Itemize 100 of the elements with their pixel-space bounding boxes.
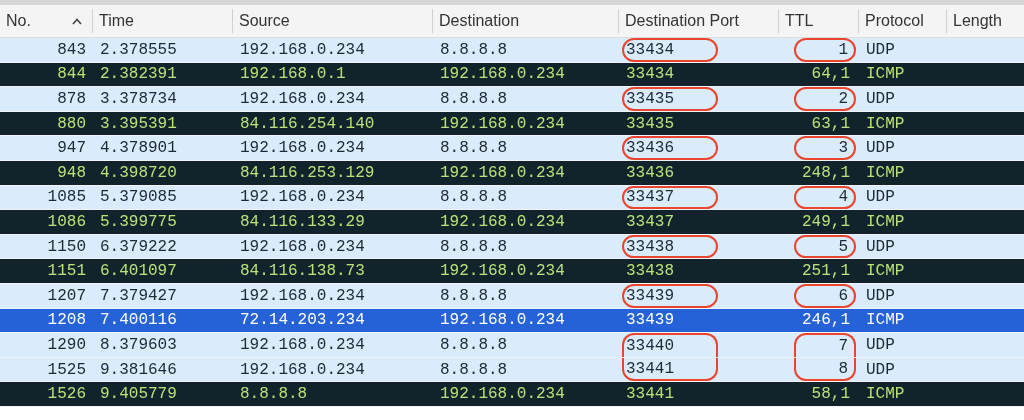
table-cell-text: 844 bbox=[57, 64, 86, 86]
table-cell-text: 33436 bbox=[626, 138, 674, 160]
column-header[interactable]: Source bbox=[232, 9, 432, 33]
table-cell-text: 4.378901 bbox=[100, 138, 177, 160]
packet-row[interactable]: 1150 6.379222 192.168.0.234 8.8.8.8 33438 5 UDP bbox=[0, 234, 1024, 260]
table-cell-text: 192.168.0.234 bbox=[240, 236, 365, 258]
table-cell-text: ICMP bbox=[866, 261, 905, 283]
sort-ascending-icon[interactable] bbox=[72, 17, 82, 25]
packet-row[interactable]: 1086 5.399775 84.116.133.29 192.168.0.234 33437 249,1 ICMP bbox=[0, 210, 1024, 235]
table-cell-text: 192.168.0.234 bbox=[440, 64, 565, 86]
table-cell-text: 1208 bbox=[47, 310, 86, 332]
table-cell-text: 192.168.0.234 bbox=[440, 211, 565, 233]
table-cell-text: 33437 bbox=[626, 211, 674, 233]
table-cell-text: 8.8.8.8 bbox=[440, 285, 508, 307]
table-cell-text: 192.168.0.234 bbox=[240, 285, 365, 307]
packet-row[interactable]: 1208 7.400116 72.14.203.234 192.168.0.234 33439 246,1 ICMP bbox=[0, 308, 1024, 334]
table-cell-text: 9.381646 bbox=[100, 359, 177, 381]
packet-row[interactable]: 844 2.382391 192.168.0.1 192.168.0.234 33434 64,1 ICMP bbox=[0, 62, 1024, 88]
table-cell-text: 7.379427 bbox=[100, 285, 177, 307]
table-cell-text: 5.379085 bbox=[100, 187, 177, 209]
packet-row[interactable]: 878 3.378734 192.168.0.234 8.8.8.8 33435 2 UDP bbox=[0, 87, 1024, 112]
column-header[interactable]: Length bbox=[946, 9, 1024, 33]
table-cell-text: 2.382391 bbox=[100, 64, 177, 86]
table-cell-text: 1 bbox=[838, 39, 848, 61]
table-cell-text: 84.116.254.140 bbox=[240, 113, 375, 135]
packet-row[interactable]: 947 4.378901 192.168.0.234 8.8.8.8 33436 3 UDP bbox=[0, 136, 1024, 161]
table-cell-text: 3.378734 bbox=[100, 89, 177, 110]
table-cell-text: 880 bbox=[57, 113, 86, 135]
table-cell-text: 84.116.253.129 bbox=[240, 162, 375, 184]
table-cell-text: 33434 bbox=[626, 64, 674, 86]
table-cell-text: 8 bbox=[838, 358, 848, 380]
table-cell-text: 192.168.0.234 bbox=[240, 89, 365, 110]
table-cell-text: UDP bbox=[866, 187, 895, 209]
table-cell-text: UDP bbox=[866, 236, 895, 258]
table-cell-text: 5.399775 bbox=[100, 211, 177, 233]
table-cell-text: 251,1 bbox=[802, 261, 850, 283]
table-cell-text: 7.400116 bbox=[100, 310, 177, 332]
table-cell-text: 8.8.8.8 bbox=[440, 334, 508, 356]
table-cell-text: 58,1 bbox=[811, 384, 850, 406]
table-cell-text: UDP bbox=[866, 285, 895, 307]
packet-row[interactable]: 880 3.395391 84.116.254.140 192.168.0.234 33435 63,1 ICMP bbox=[0, 111, 1024, 137]
table-cell-text: UDP bbox=[866, 89, 895, 110]
table-cell-text: 192.168.0.234 bbox=[440, 162, 565, 184]
table-cell-text: 878 bbox=[57, 89, 86, 110]
table-cell-text: 248,1 bbox=[802, 162, 850, 184]
table-cell-text: 8.8.8.8 bbox=[240, 384, 308, 406]
table-cell-text: 33434 bbox=[626, 39, 674, 61]
table-cell-text: 7 bbox=[838, 335, 848, 357]
table-cell-text: 192.168.0.234 bbox=[440, 113, 565, 135]
table-cell-text: 64,1 bbox=[811, 64, 850, 86]
column-header[interactable]: Destination Port bbox=[618, 9, 778, 33]
table-cell-text: ICMP bbox=[866, 113, 905, 135]
table-cell-text: 8.8.8.8 bbox=[440, 89, 508, 110]
table-cell-text: 8.8.8.8 bbox=[440, 138, 508, 160]
table-cell-text: 1526 bbox=[47, 384, 86, 406]
column-header[interactable]: Protocol bbox=[858, 9, 946, 33]
packet-row[interactable]: 1525 9.381646 192.168.0.234 8.8.8.8 33441 8 UDP bbox=[0, 357, 1024, 383]
table-cell-text: 33435 bbox=[626, 113, 674, 135]
table-cell-text: UDP bbox=[866, 39, 895, 61]
table-cell-text: 33439 bbox=[626, 310, 674, 332]
table-cell-text: 2 bbox=[838, 89, 848, 110]
table-cell-text: 9.405779 bbox=[100, 384, 177, 406]
table-cell-text: 33438 bbox=[626, 261, 674, 283]
table-cell-text: ICMP bbox=[866, 310, 905, 332]
packet-row[interactable]: 1151 6.401097 84.116.138.73 192.168.0.234 33438 251,1 ICMP bbox=[0, 259, 1024, 284]
packet-row[interactable]: 948 4.398720 84.116.253.129 192.168.0.234 33436 248,1 ICMP bbox=[0, 160, 1024, 186]
table-cell-text: 8.8.8.8 bbox=[440, 187, 508, 209]
table-cell-text: ICMP bbox=[866, 162, 905, 184]
table-cell-text: ICMP bbox=[866, 64, 905, 86]
table-cell-text: 6.401097 bbox=[100, 261, 177, 283]
column-header[interactable]: No. bbox=[0, 5, 92, 37]
table-cell-text: 33441 bbox=[626, 358, 674, 380]
table-cell-text: 72.14.203.234 bbox=[240, 310, 365, 332]
column-header[interactable]: Time bbox=[92, 9, 232, 33]
table-cell-text: 6 bbox=[838, 285, 848, 307]
table-cell-text: ICMP bbox=[866, 211, 905, 233]
table-cell-text: 192.168.0.234 bbox=[440, 261, 565, 283]
table-cell-text: 33438 bbox=[626, 236, 674, 258]
packet-row[interactable]: 1290 8.379603 192.168.0.234 8.8.8.8 33440 7 UDP bbox=[0, 333, 1024, 358]
table-cell-text: ICMP bbox=[866, 384, 905, 406]
table-cell-text: 1525 bbox=[47, 359, 86, 381]
packet-row[interactable]: 1207 7.379427 192.168.0.234 8.8.8.8 33439 6 UDP bbox=[0, 283, 1024, 309]
table-cell-text: 1207 bbox=[47, 285, 86, 307]
table-cell-text: 6.379222 bbox=[100, 236, 177, 258]
table-cell-text: 843 bbox=[57, 39, 86, 61]
table-cell-text: 5 bbox=[838, 236, 848, 258]
packet-row[interactable]: 843 2.378555 192.168.0.234 8.8.8.8 33434 1 UDP bbox=[0, 38, 1024, 63]
column-header[interactable]: Destination bbox=[432, 9, 618, 33]
table-cell-text: 192.168.0.1 bbox=[240, 64, 346, 86]
table-cell-text: 4 bbox=[838, 187, 848, 209]
table-cell-text: 192.168.0.234 bbox=[240, 138, 365, 160]
packet-row[interactable]: 1526 9.405779 8.8.8.8 192.168.0.234 33441 58,1 ICMP bbox=[0, 382, 1024, 407]
table-cell-text: 947 bbox=[57, 138, 86, 160]
table-cell-text: 63,1 bbox=[811, 113, 850, 135]
table-cell-text: 1085 bbox=[47, 187, 86, 209]
column-header[interactable]: TTL bbox=[778, 9, 858, 33]
table-cell-text: 192.168.0.234 bbox=[240, 39, 365, 61]
table-cell-text: UDP bbox=[866, 334, 895, 356]
table-cell-text: 1086 bbox=[47, 211, 86, 233]
packet-row[interactable]: 1085 5.379085 192.168.0.234 8.8.8.8 33437 4 UDP bbox=[0, 185, 1024, 211]
